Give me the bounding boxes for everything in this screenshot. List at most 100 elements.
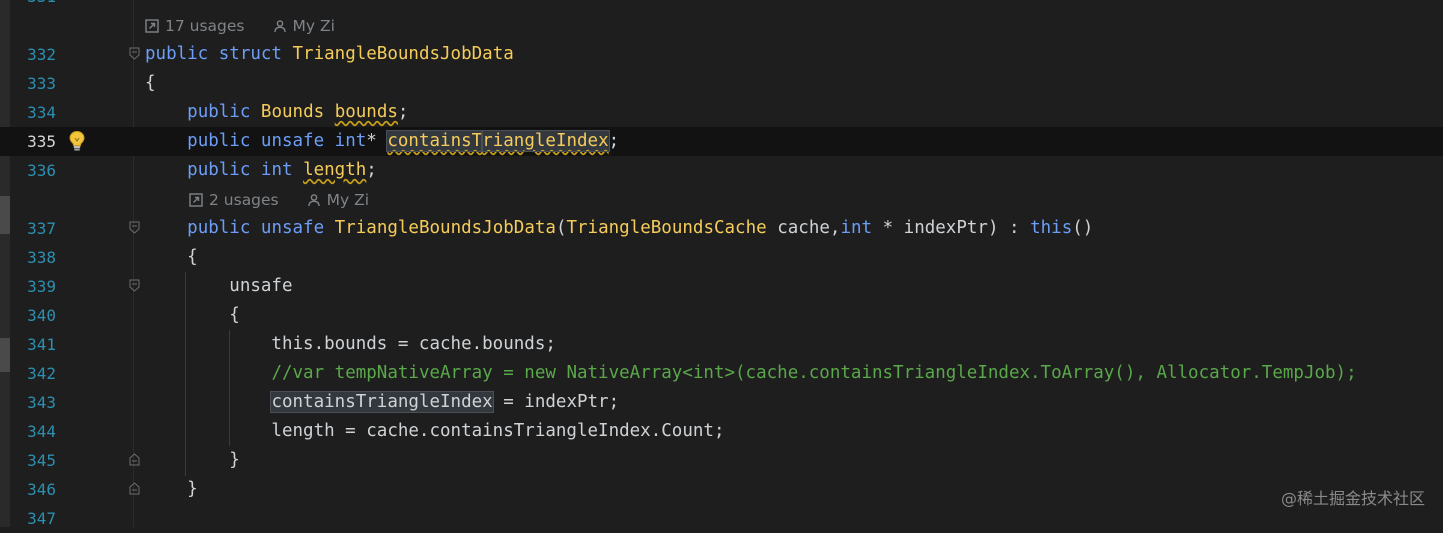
author-icon bbox=[307, 193, 320, 206]
line-number[interactable]: 331 bbox=[10, 0, 56, 11]
code-token: containsT bbox=[386, 130, 484, 152]
code-line[interactable]: 331 bbox=[0, 0, 1443, 11]
code-text[interactable]: { bbox=[145, 301, 240, 330]
code-line[interactable]: 345 } bbox=[0, 446, 1443, 475]
code-text[interactable]: unsafe bbox=[145, 272, 293, 301]
line-number[interactable]: 344 bbox=[10, 417, 56, 446]
code-text[interactable]: } bbox=[145, 475, 198, 504]
line-number[interactable]: 337 bbox=[10, 214, 56, 243]
inlay-usages-hint[interactable]: 17 usages My Zi bbox=[0, 11, 1443, 40]
fold-end-marker-icon[interactable] bbox=[129, 482, 140, 495]
code-text[interactable]: public struct TriangleBoundsJobData bbox=[145, 40, 514, 69]
code-token: * indexPtr) : bbox=[872, 218, 1031, 238]
code-line[interactable]: 340 { bbox=[0, 301, 1443, 330]
line-number[interactable]: 338 bbox=[10, 243, 56, 272]
line-number[interactable]: 339 bbox=[10, 272, 56, 301]
usages-icon bbox=[145, 18, 159, 33]
fold-marker-icon[interactable] bbox=[129, 47, 140, 60]
fold-end-marker-icon[interactable] bbox=[129, 453, 140, 466]
code-token: public bbox=[187, 102, 261, 122]
code-token: } bbox=[145, 479, 198, 499]
code-line[interactable]: 338 { bbox=[0, 243, 1443, 272]
code-token: length bbox=[303, 160, 367, 180]
code-text[interactable]: //var tempNativeArray = new NativeArray<… bbox=[145, 359, 1356, 388]
code-text[interactable]: } bbox=[145, 446, 240, 475]
usages-count: 17 usages bbox=[165, 16, 245, 35]
author-name: My Zi bbox=[326, 190, 370, 209]
line-number[interactable]: 336 bbox=[10, 156, 56, 185]
code-token: containsTriangleIndex bbox=[270, 391, 494, 413]
code-text[interactable]: public Bounds bounds; bbox=[145, 98, 408, 127]
code-token: unsafe bbox=[145, 276, 293, 296]
watermark: @稀土掘金技术社区 bbox=[1280, 489, 1425, 508]
line-number[interactable]: 345 bbox=[10, 446, 56, 475]
code-token: TriangleBoundsCache bbox=[566, 218, 767, 238]
code-token: * bbox=[366, 131, 388, 151]
line-number[interactable]: 333 bbox=[10, 69, 56, 98]
code-text[interactable]: public int length; bbox=[145, 156, 377, 185]
author-icon bbox=[273, 19, 286, 32]
code-text[interactable]: { bbox=[145, 69, 156, 98]
line-number[interactable]: 343 bbox=[10, 388, 56, 417]
code-token: { bbox=[145, 73, 156, 93]
code-line[interactable]: 343 containsTriangleIndex = indexPtr; bbox=[0, 388, 1443, 417]
line-number[interactable]: 332 bbox=[10, 40, 56, 69]
code-line[interactable]: 333 { bbox=[0, 69, 1443, 98]
line-number[interactable]: 347 bbox=[10, 504, 56, 533]
code-token: Bounds bbox=[260, 102, 335, 122]
code-text[interactable]: containsTriangleIndex = indexPtr; bbox=[145, 388, 619, 417]
code-token: { bbox=[145, 247, 198, 267]
code-line[interactable]: 332 public struct TriangleBoundsJobData bbox=[0, 40, 1443, 69]
code-line[interactable]: 334 public Bounds bounds; bbox=[0, 98, 1443, 127]
indent-guide bbox=[229, 330, 230, 446]
code-line-current[interactable]: 335 public unsafe int* containsTriangleI… bbox=[0, 127, 1443, 156]
fold-marker-icon[interactable] bbox=[129, 279, 140, 292]
code-token: cache, bbox=[766, 218, 841, 238]
indent-guide bbox=[185, 272, 186, 476]
code-token: int bbox=[840, 218, 873, 238]
code-token: TriangleBoundsJobData bbox=[292, 44, 514, 64]
code-line[interactable]: 346 } bbox=[0, 475, 1443, 504]
usages-icon bbox=[189, 192, 203, 207]
code-line[interactable]: 344 length = cache.containsTriangleIndex… bbox=[0, 417, 1443, 446]
line-number[interactable]: 346 bbox=[10, 475, 56, 504]
code-line[interactable]: 337 public unsafe TriangleBoundsJobData(… bbox=[0, 214, 1443, 243]
usages-link[interactable]: 17 usages bbox=[145, 17, 245, 35]
usages-link[interactable]: 2 usages bbox=[189, 191, 279, 209]
code-token: bounds bbox=[334, 102, 398, 122]
code-token: this.bounds = cache.bounds; bbox=[145, 334, 556, 354]
code-token: ; bbox=[366, 160, 377, 180]
lightbulb-icon[interactable] bbox=[67, 130, 87, 152]
code-line[interactable]: 347 bbox=[0, 504, 1443, 533]
author-link[interactable]: My Zi bbox=[273, 17, 335, 35]
code-line[interactable]: 341 this.bounds = cache.bounds; bbox=[0, 330, 1443, 359]
code-line[interactable]: 342 //var tempNativeArray = new NativeAr… bbox=[0, 359, 1443, 388]
code-token: riangleIndex bbox=[481, 130, 610, 152]
inlay-usages-hint[interactable]: 2 usages My Zi bbox=[0, 185, 1443, 214]
code-token: length = cache.containsTriangleIndex.Cou… bbox=[145, 421, 725, 441]
code-token: = indexPtr; bbox=[492, 392, 620, 412]
code-text[interactable]: length = cache.containsTriangleIndex.Cou… bbox=[145, 417, 724, 446]
author-link[interactable]: My Zi bbox=[307, 191, 369, 209]
line-number[interactable]: 341 bbox=[10, 330, 56, 359]
code-token: { bbox=[145, 305, 240, 325]
usages-count: 2 usages bbox=[209, 190, 279, 209]
fold-marker-icon[interactable] bbox=[129, 221, 140, 234]
line-number[interactable]: 340 bbox=[10, 301, 56, 330]
line-number[interactable]: 335 bbox=[10, 127, 56, 156]
author-name: My Zi bbox=[292, 16, 335, 35]
code-text[interactable]: { bbox=[145, 243, 198, 272]
code-line[interactable]: 339 unsafe bbox=[0, 272, 1443, 301]
line-number[interactable]: 342 bbox=[10, 359, 56, 388]
code-text[interactable]: this.bounds = cache.bounds; bbox=[145, 330, 556, 359]
code-text[interactable]: public unsafe TriangleBoundsJobData(Tria… bbox=[145, 214, 1093, 243]
code-text[interactable]: public unsafe int* containsTriangleIndex… bbox=[145, 127, 619, 156]
line-number[interactable]: 334 bbox=[10, 98, 56, 127]
code-line[interactable]: 336 public int length; bbox=[0, 156, 1443, 185]
code-token: public int bbox=[187, 160, 304, 180]
